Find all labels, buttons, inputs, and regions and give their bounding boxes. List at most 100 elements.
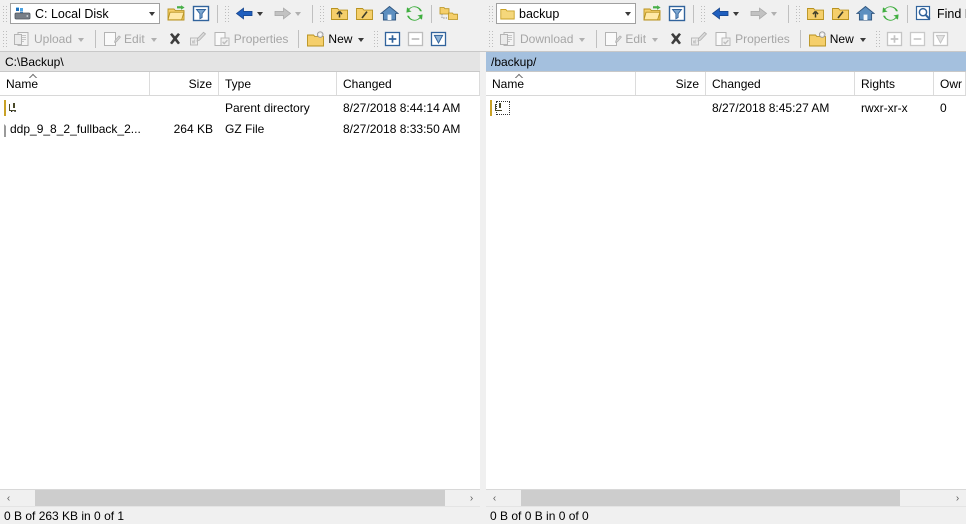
edit-button-right[interactable]: Edit: [601, 28, 665, 50]
column-header-changed[interactable]: Changed: [337, 72, 480, 95]
left-path-bar[interactable]: C:\Backup\: [0, 52, 480, 72]
right-parent-directory-button[interactable]: [803, 3, 828, 25]
winscp-window: C: Local Disk Upload Edit xl Properties …: [0, 0, 966, 524]
new-dropdown-arrow-right[interactable]: [859, 37, 866, 42]
edit-button-left[interactable]: Edit: [100, 28, 164, 50]
right-filter-button[interactable]: [665, 3, 689, 25]
column-header-size[interactable]: Size: [636, 72, 706, 95]
column-header-name[interactable]: Name: [0, 72, 150, 95]
toolbar-grip[interactable]: [699, 3, 706, 24]
table-row[interactable]: .. Parent directory 8/27/2018 8:44:14 AM: [0, 97, 480, 118]
left-filter-button[interactable]: [189, 3, 213, 25]
right-home-directory-button[interactable]: [853, 3, 878, 25]
right-scroll-track[interactable]: [503, 489, 949, 507]
toolbar-grip[interactable]: [223, 3, 230, 24]
right-horizontal-scrollbar[interactable]: ‹ ›: [486, 489, 966, 507]
rename-button-right[interactable]: xl: [687, 28, 711, 50]
left-location-value: C: Local Disk: [35, 6, 109, 21]
rename-button-left[interactable]: xl: [186, 28, 210, 50]
left-refresh-button[interactable]: [402, 3, 427, 25]
right-path-text: /backup/: [491, 54, 537, 69]
edit-dropdown-arrow-left[interactable]: [150, 37, 157, 42]
back-dropdown-arrow[interactable]: [257, 12, 263, 16]
delete-button-right[interactable]: [665, 28, 687, 50]
right-back-button[interactable]: [708, 3, 746, 25]
toolbar-grip[interactable]: [372, 29, 380, 49]
toolbar-grip[interactable]: [1, 3, 8, 24]
forward-arrow-icon: [749, 6, 768, 21]
right-path-bar[interactable]: /backup/: [486, 52, 966, 72]
back-dropdown-arrow[interactable]: [733, 12, 739, 16]
new-button-right[interactable]: New: [805, 28, 873, 50]
select-plus-icon: [886, 31, 903, 47]
column-header-type[interactable]: Type: [219, 72, 337, 95]
find-files-button[interactable]: Find Files: [912, 3, 966, 25]
properties-button-right[interactable]: Properties: [711, 28, 796, 50]
unselect-group-button-left[interactable]: [404, 28, 427, 50]
right-file-list[interactable]: 8/27/2018 8:45:27 AM rwxr-xr-x 0: [486, 97, 966, 489]
column-header-changed[interactable]: Changed: [706, 72, 855, 95]
left-parent-directory-button[interactable]: [327, 3, 352, 25]
right-toolbar-row-1: backup Find: [486, 0, 966, 27]
upload-dropdown-arrow[interactable]: [78, 37, 85, 42]
scroll-right-arrow-icon[interactable]: ›: [463, 489, 480, 507]
left-location-combo[interactable]: C: Local Disk: [10, 3, 160, 24]
toolbar-grip[interactable]: [794, 3, 801, 24]
left-home-directory-button[interactable]: [377, 3, 402, 25]
invert-selection-button-left[interactable]: [427, 28, 450, 50]
right-location-combo[interactable]: backup: [496, 3, 636, 24]
left-file-list[interactable]: .. Parent directory 8/27/2018 8:44:14 AM dd…: [0, 97, 480, 489]
new-label-right: New: [829, 32, 854, 46]
left-back-button[interactable]: [232, 3, 270, 25]
forward-dropdown-arrow[interactable]: [771, 12, 777, 16]
column-header-size[interactable]: Size: [150, 72, 219, 95]
left-scroll-track[interactable]: [17, 489, 463, 507]
left-open-directory-button[interactable]: [164, 3, 189, 25]
select-group-button-left[interactable]: [381, 28, 404, 50]
toolbar-grip[interactable]: [873, 29, 881, 49]
download-button[interactable]: Download: [496, 28, 592, 50]
unselect-group-button-right[interactable]: [906, 28, 929, 50]
toolbar-separator: [596, 30, 598, 48]
toolbar-grip[interactable]: [487, 29, 494, 49]
right-root-directory-button[interactable]: [828, 3, 853, 25]
right-status-text: 0 B of 0 B in 0 of 0: [490, 508, 589, 523]
scroll-left-arrow-icon[interactable]: ‹: [486, 489, 503, 507]
left-forward-button[interactable]: [270, 3, 308, 25]
toolbar-grip[interactable]: [487, 3, 494, 24]
properties-button-left[interactable]: Properties: [210, 28, 295, 50]
toolbar-grip[interactable]: [1, 29, 8, 49]
right-scroll-thumb[interactable]: [520, 489, 900, 507]
folder-up-glyph: [4, 99, 6, 116]
scroll-left-arrow-icon[interactable]: ‹: [0, 489, 17, 507]
select-plus-icon: [384, 31, 401, 47]
edit-dropdown-arrow-right[interactable]: [652, 37, 659, 42]
right-open-directory-button[interactable]: [640, 3, 665, 25]
toolbar-grip[interactable]: [318, 3, 325, 24]
right-refresh-button[interactable]: [878, 3, 903, 25]
left-directory-tree-button[interactable]: [436, 3, 461, 25]
left-scroll-thumb[interactable]: [34, 489, 446, 507]
column-header-owr[interactable]: Owr: [934, 72, 966, 95]
select-minus-icon: [909, 31, 926, 47]
upload-button[interactable]: Upload: [10, 28, 91, 50]
scroll-right-arrow-icon[interactable]: ›: [949, 489, 966, 507]
table-row[interactable]: ddp_9_8_2_fullback_2... 264 KB GZ File 8/27…: [0, 118, 480, 139]
delete-button-left[interactable]: [164, 28, 186, 50]
table-row[interactable]: 8/27/2018 8:45:27 AM rwxr-xr-x 0: [486, 97, 966, 118]
left-horizontal-scrollbar[interactable]: ‹ ›: [0, 489, 480, 507]
left-location-dropdown-arrow[interactable]: [144, 4, 159, 23]
column-header-label: Type: [225, 76, 252, 91]
new-button-left[interactable]: New: [303, 28, 371, 50]
invert-selection-button-right[interactable]: [929, 28, 952, 50]
right-location-dropdown-arrow[interactable]: [620, 4, 635, 23]
forward-dropdown-arrow[interactable]: [295, 12, 301, 16]
new-dropdown-arrow-left[interactable]: [358, 37, 365, 42]
left-root-directory-button[interactable]: [352, 3, 377, 25]
right-forward-button[interactable]: [746, 3, 784, 25]
column-header-rights[interactable]: Rights: [855, 72, 934, 95]
download-dropdown-arrow[interactable]: [579, 37, 586, 42]
scroll-left-glyph: ‹: [6, 492, 11, 504]
select-group-button-right[interactable]: [883, 28, 906, 50]
column-header-name[interactable]: Name: [486, 72, 636, 95]
